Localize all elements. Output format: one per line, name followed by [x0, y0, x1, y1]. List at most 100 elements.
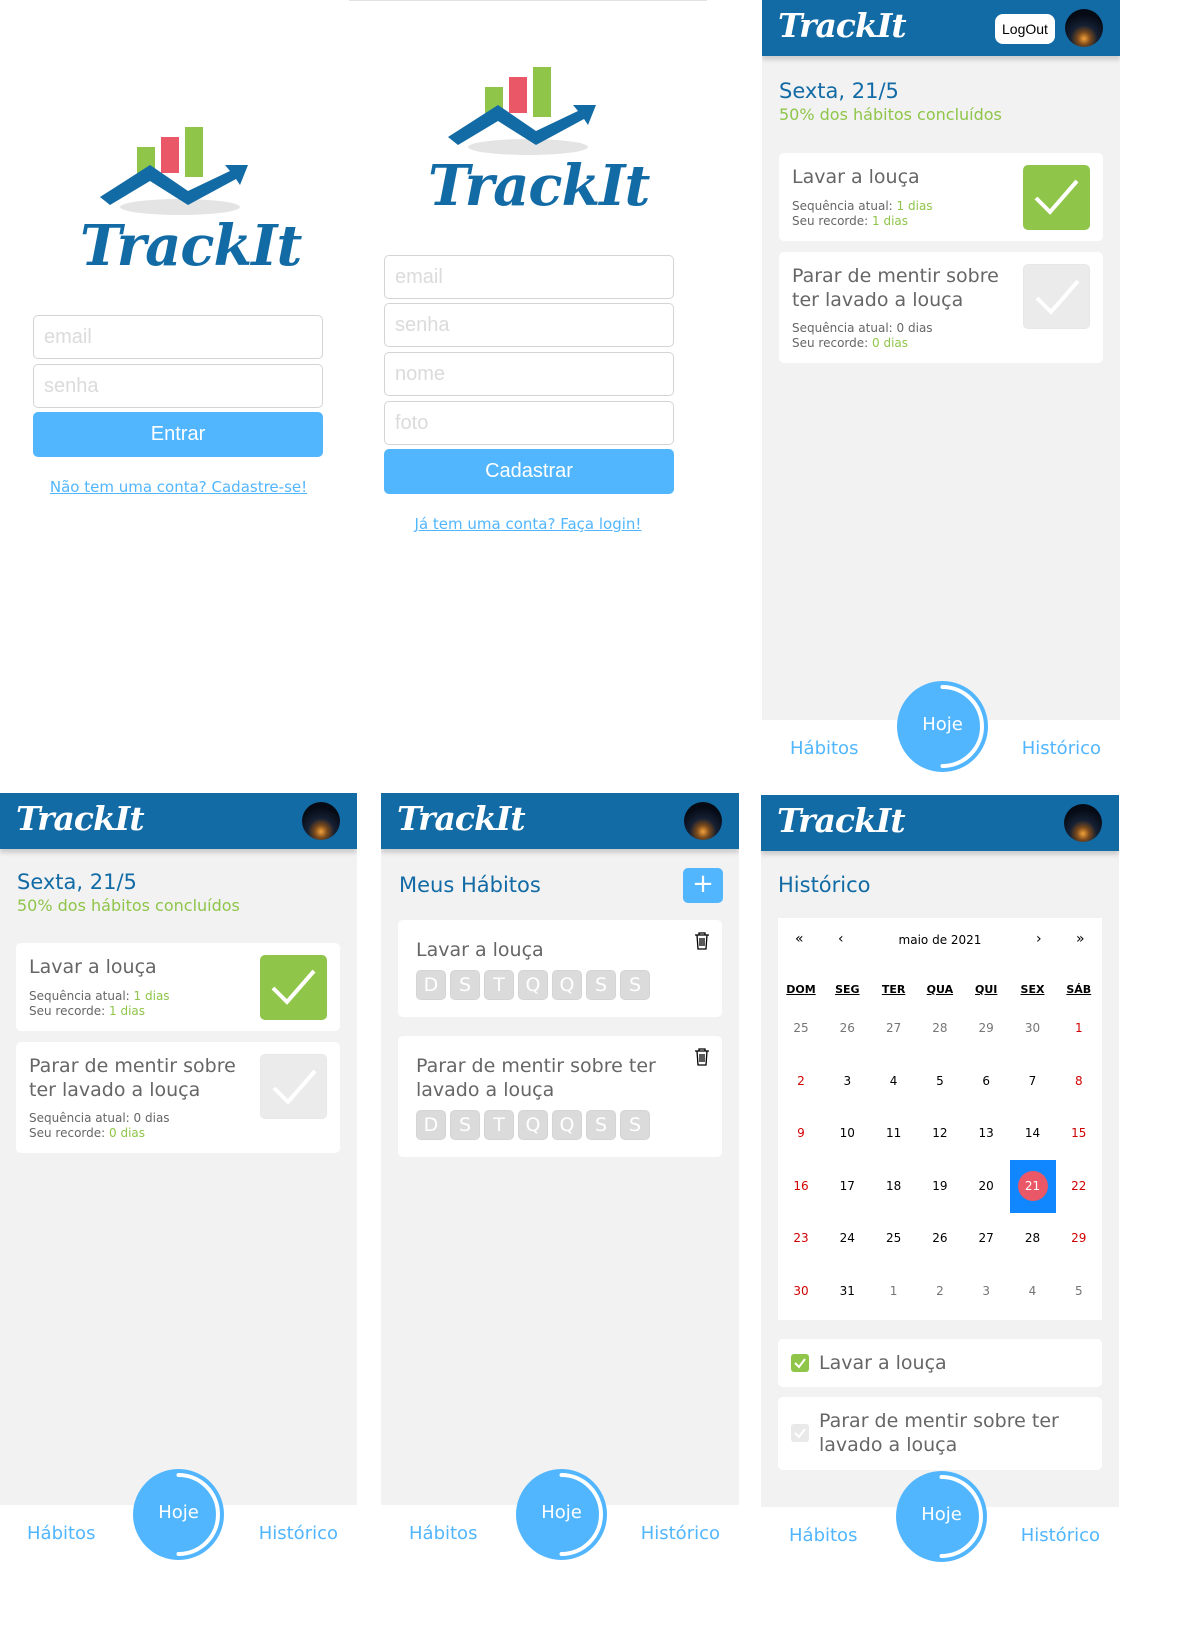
nav-history[interactable]: Histórico [1021, 1525, 1100, 1546]
calendar-day[interactable]: 6 [963, 1055, 1009, 1108]
nav-today-button[interactable]: Hoje [133, 1469, 224, 1560]
avatar[interactable] [1064, 804, 1102, 842]
calendar-day[interactable]: 24 [824, 1212, 870, 1265]
calendar-day[interactable]: 20 [963, 1160, 1009, 1213]
calendar-day[interactable]: 4 [1010, 1265, 1056, 1318]
weekday-button[interactable]: D [416, 1110, 446, 1140]
calendar-day[interactable]: 23 [778, 1212, 824, 1265]
calendar-day[interactable]: 9 [778, 1107, 824, 1160]
nav-habits[interactable]: Hábitos [409, 1523, 477, 1544]
calendar-day[interactable]: 31 [824, 1265, 870, 1318]
calendar-day[interactable]: 22 [1056, 1160, 1102, 1213]
calendar-day[interactable]: 3 [963, 1265, 1009, 1318]
trash-icon[interactable] [694, 1048, 710, 1066]
calendar-day[interactable]: 11 [871, 1107, 917, 1160]
weekday-button[interactable]: Q [552, 970, 582, 1000]
avatar[interactable] [302, 802, 340, 840]
weekday-button[interactable]: Q [518, 970, 548, 1000]
nav-today-button[interactable]: Hoje [516, 1469, 607, 1560]
weekday-button[interactable]: T [484, 1110, 514, 1140]
calendar-day[interactable]: 17 [824, 1160, 870, 1213]
calendar-day[interactable]: 2 [778, 1055, 824, 1108]
email-field[interactable] [33, 315, 323, 359]
page-title: Histórico [778, 873, 871, 897]
nav-habits[interactable]: Hábitos [27, 1523, 95, 1544]
habit-check-button[interactable] [1023, 264, 1090, 329]
calendar-day[interactable]: 27 [963, 1212, 1009, 1265]
add-habit-button[interactable]: + [683, 868, 723, 903]
calendar-day[interactable]: 26 [917, 1212, 963, 1265]
logout-button[interactable]: LogOut [995, 14, 1055, 44]
calendar-day[interactable]: 28 [917, 1002, 963, 1055]
calendar-day[interactable]: 1 [871, 1265, 917, 1318]
login-button[interactable]: Entrar [33, 412, 323, 457]
nav-history[interactable]: Histórico [641, 1523, 720, 1544]
calendar-day[interactable]: 14 [1010, 1107, 1056, 1160]
calendar-day[interactable]: 7 [1010, 1055, 1056, 1108]
habit-streak: Sequência atual: 0 dias [29, 1111, 170, 1126]
signup-link[interactable]: Não tem uma conta? Cadastre-se! [0, 478, 357, 496]
today-label: Hoje [921, 1504, 962, 1525]
nav-habits[interactable]: Hábitos [789, 1525, 857, 1546]
today-screen-with-logout: TrackIt LogOut Sexta, 21/5 50% dos hábit… [762, 0, 1120, 778]
calendar-day[interactable]: 4 [871, 1055, 917, 1108]
record-value: 0 dias [109, 1126, 146, 1140]
weekday-button[interactable]: S [450, 970, 480, 1000]
next-year-button[interactable]: » [1076, 931, 1085, 947]
weekday-button[interactable]: Q [518, 1110, 548, 1140]
habit-check-button[interactable] [1023, 165, 1090, 230]
weekday-button[interactable]: Q [552, 1110, 582, 1140]
calendar-day[interactable]: 26 [824, 1002, 870, 1055]
avatar[interactable] [684, 802, 722, 840]
calendar-day[interactable]: 2 [917, 1265, 963, 1318]
calendar-day[interactable]: 5 [917, 1055, 963, 1108]
password-field[interactable] [384, 303, 674, 347]
calendar-day[interactable]: 8 [1056, 1055, 1102, 1108]
calendar-day[interactable]: 25 [871, 1212, 917, 1265]
password-field[interactable] [33, 364, 323, 408]
calendar-day[interactable]: 30 [778, 1265, 824, 1318]
calendar-day[interactable]: 13 [963, 1107, 1009, 1160]
photo-field[interactable] [384, 401, 674, 445]
calendar-day[interactable]: 5 [1056, 1265, 1102, 1318]
weekday-button[interactable]: S [586, 1110, 616, 1140]
habits-screen: TrackIt Meus Hábitos + Lavar a louça D S… [381, 793, 739, 1563]
calendar-day[interactable]: 12 [917, 1107, 963, 1160]
calendar-day[interactable]: 1 [1056, 1002, 1102, 1055]
signup-button[interactable]: Cadastrar [384, 449, 674, 494]
habit-check-button[interactable] [260, 955, 327, 1020]
calendar-weekday-header: SEG [835, 983, 860, 996]
calendar-day[interactable]: 16 [778, 1160, 824, 1213]
weekday-button[interactable]: D [416, 970, 446, 1000]
calendar-day[interactable]: 29 [1056, 1212, 1102, 1265]
nav-today-button[interactable]: Hoje [896, 1471, 987, 1562]
weekday-button[interactable]: S [450, 1110, 480, 1140]
calendar-day[interactable]: 19 [917, 1160, 963, 1213]
nav-history[interactable]: Histórico [259, 1523, 338, 1544]
calendar-day[interactable]: 30 [1010, 1002, 1056, 1055]
weekday-button[interactable]: S [620, 970, 650, 1000]
weekday-button[interactable]: T [484, 970, 514, 1000]
calendar-day[interactable]: 15 [1056, 1107, 1102, 1160]
calendar-day[interactable]: 29 [963, 1002, 1009, 1055]
calendar-day[interactable]: 28 [1010, 1212, 1056, 1265]
calendar-day[interactable]: 18 [871, 1160, 917, 1213]
weekday-button[interactable]: S [586, 970, 616, 1000]
calendar-day[interactable]: 25 [778, 1002, 824, 1055]
nav-history[interactable]: Histórico [1022, 738, 1101, 759]
email-field[interactable] [384, 255, 674, 299]
calendar-day[interactable]: 3 [824, 1055, 870, 1108]
nav-habits[interactable]: Hábitos [790, 738, 858, 759]
calendar-day[interactable]: 27 [871, 1002, 917, 1055]
avatar[interactable] [1065, 9, 1103, 47]
logo-wordmark: TrackIt [428, 153, 650, 219]
habit-check-button[interactable] [260, 1054, 327, 1119]
calendar-day-selected[interactable]: 21 [1009, 1159, 1056, 1213]
calendar-day[interactable]: 10 [824, 1107, 870, 1160]
next-month-button[interactable]: › [1036, 931, 1042, 947]
trash-icon[interactable] [694, 932, 710, 950]
nav-today-button[interactable]: Hoje [897, 681, 988, 772]
weekday-button[interactable]: S [620, 1110, 650, 1140]
name-field[interactable] [384, 352, 674, 396]
login-link[interactable]: Já tem uma conta? Faça login! [349, 515, 707, 533]
